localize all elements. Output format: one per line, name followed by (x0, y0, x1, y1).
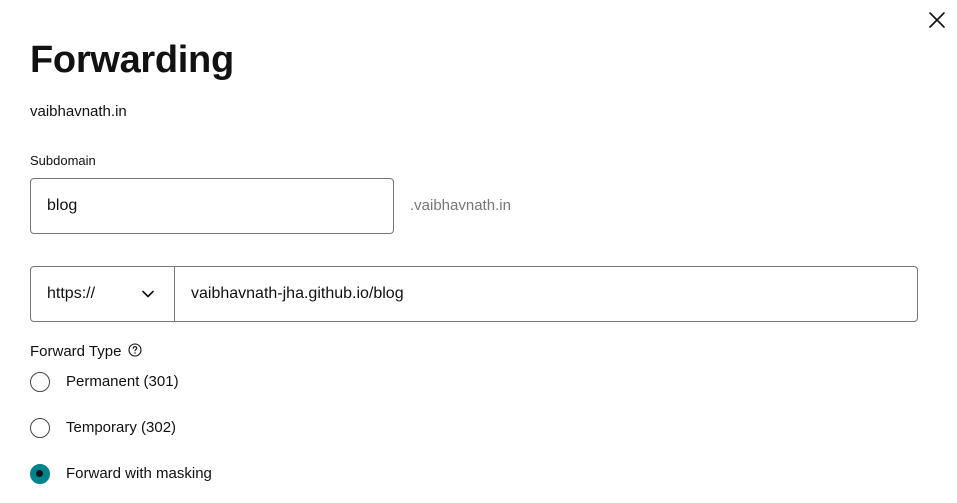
forwarding-dialog: Forwarding vaibhavnath.in Subdomain .vai… (0, 0, 957, 503)
forward-type-label-row: Forward Type (30, 342, 142, 362)
protocol-select[interactable]: https:// (31, 267, 175, 321)
radio-button-selected[interactable] (30, 464, 50, 484)
forward-type-label: Forward Type (30, 343, 122, 360)
radio-label: Temporary (302) (66, 419, 177, 436)
help-circle-icon[interactable] (128, 343, 142, 357)
radio-label: Forward with masking (66, 465, 212, 482)
subdomain-input[interactable] (30, 178, 394, 234)
destination-url-input[interactable] (175, 267, 917, 321)
radio-option-permanent[interactable]: Permanent (301) (30, 372, 179, 392)
radio-button[interactable] (30, 418, 50, 438)
subdomain-suffix: .vaibhavnath.in (410, 197, 511, 214)
domain-name: vaibhavnath.in (30, 103, 127, 120)
subdomain-label: Subdomain (30, 153, 96, 168)
close-icon (929, 12, 945, 28)
protocol-value: https:// (47, 285, 96, 302)
close-button[interactable] (925, 8, 949, 32)
radio-option-masking[interactable]: Forward with masking (30, 464, 212, 484)
chevron-down-icon (142, 290, 154, 298)
radio-label: Permanent (301) (66, 373, 179, 390)
dialog-title: Forwarding (30, 39, 234, 81)
radio-option-temporary[interactable]: Temporary (302) (30, 418, 176, 438)
destination-url-group: https:// (30, 266, 918, 322)
radio-button[interactable] (30, 372, 50, 392)
